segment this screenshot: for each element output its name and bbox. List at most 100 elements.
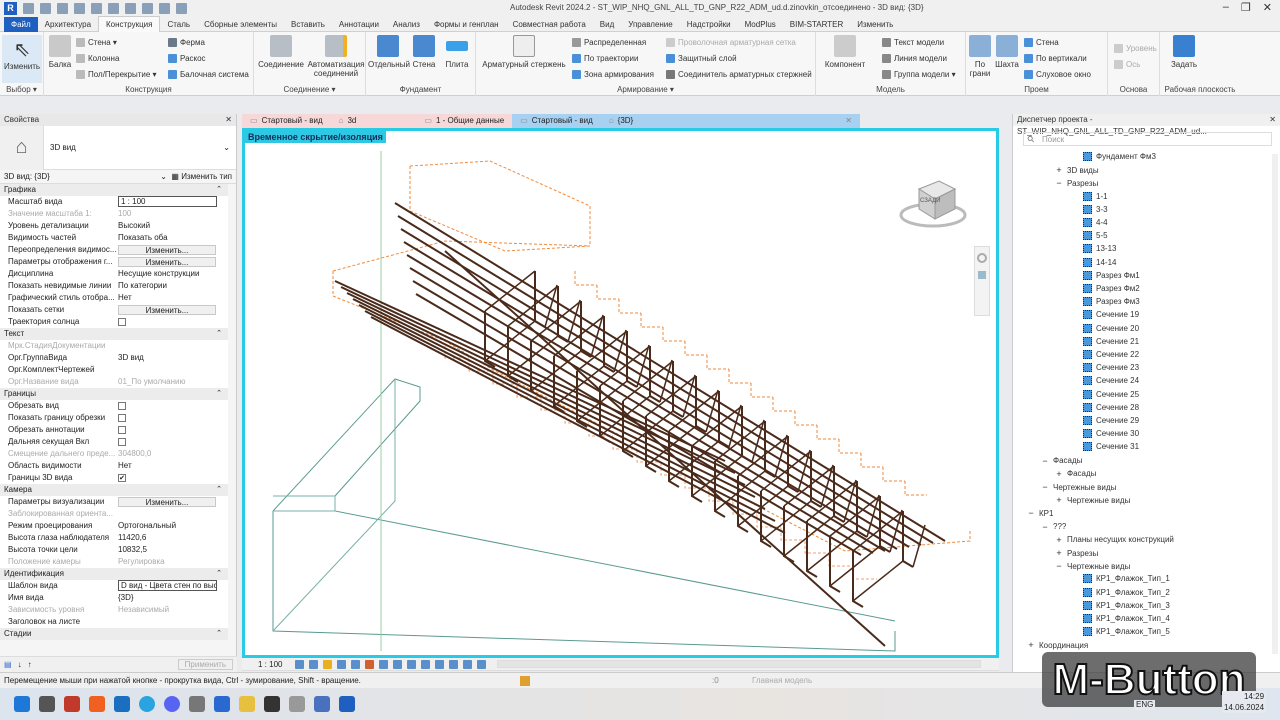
undo-icon[interactable]	[57, 3, 68, 14]
outlook-icon[interactable]	[114, 696, 130, 712]
beam-system-button[interactable]: Балочная система	[168, 70, 249, 79]
3d-viewport[interactable]: Временное скрытие/изоляция СЗАДИ	[242, 128, 999, 658]
component-button[interactable]: Компонент	[820, 35, 870, 69]
browser-item[interactable]: КР1_Флажок_Тип_4	[1083, 614, 1170, 623]
ribbon-tab[interactable]: Совместная работа	[506, 17, 593, 32]
wall-opening-button[interactable]: Стена	[1024, 38, 1059, 47]
column-button[interactable]: Колонна	[76, 54, 119, 63]
lock-3d-icon[interactable]	[393, 659, 403, 669]
path-rebar-button[interactable]: По траектории	[572, 54, 638, 63]
render-icon[interactable]	[351, 659, 361, 669]
property-value[interactable]	[117, 508, 228, 520]
reveal-hidden-icon[interactable]	[421, 659, 431, 669]
property-input[interactable]: 1 : 100	[118, 196, 217, 207]
truss-button[interactable]: Ферма	[168, 38, 205, 47]
app-icon[interactable]	[264, 696, 280, 712]
browser-item[interactable]: Сечение 21	[1083, 336, 1139, 346]
expand-icon[interactable]: +	[1027, 640, 1035, 650]
browser-item[interactable]: Разрез Фм2	[1083, 284, 1140, 293]
browser-item[interactable]: 14-14	[1083, 257, 1116, 267]
show-analytical-icon[interactable]	[449, 659, 459, 669]
fabric-area-button[interactable]: Зона армирования	[572, 70, 654, 79]
categorize-icon[interactable]: ▤	[4, 660, 12, 669]
browser-item[interactable]: −???	[1041, 522, 1066, 532]
expand-icon[interactable]: +	[1055, 535, 1063, 545]
view-tab[interactable]: ⌂ {3D}	[600, 114, 642, 128]
close-hidden-windows-icon[interactable]	[176, 3, 187, 14]
view-scale[interactable]: 1 : 100	[258, 660, 282, 669]
model-line-button[interactable]: Линия модели	[882, 54, 947, 63]
dormer-button[interactable]: Слуховое окно	[1024, 70, 1091, 79]
ribbon-tab[interactable]: Вставить	[284, 17, 332, 32]
browser-item[interactable]: КР1_Флажок_Тип_2	[1083, 587, 1170, 597]
apply-button[interactable]: Применить	[177, 659, 233, 670]
browser-item[interactable]: Сечение 22	[1083, 350, 1139, 359]
ribbon-tab[interactable]: Формы и генплан	[427, 17, 506, 32]
browser-item[interactable]: 4-4	[1083, 218, 1108, 227]
temporary-view-properties-icon[interactable]	[435, 659, 445, 669]
browser-item[interactable]: + Фасады	[1055, 469, 1096, 479]
edit-button[interactable]: Изменить...	[118, 257, 216, 267]
browser-item[interactable]: Сечение 20	[1083, 323, 1139, 333]
view-tab[interactable]: ▭ Стартовый - вид	[512, 114, 601, 128]
property-value[interactable]: Ортогональный	[117, 520, 228, 532]
edit-button[interactable]: Изменить...	[118, 305, 216, 315]
sort-asc-icon[interactable]: ↓	[18, 660, 22, 669]
document-icon[interactable]	[289, 696, 305, 712]
close-tab-icon[interactable]: ✕	[641, 114, 860, 128]
show-crop-icon[interactable]	[379, 659, 389, 669]
browser-item[interactable]: Фундамент Фм3	[1083, 152, 1156, 161]
type-selector[interactable]: ⌂ 3D вид ⌄	[0, 125, 236, 170]
slab-foundation-button[interactable]: Плита	[442, 35, 472, 69]
save-app-icon[interactable]	[64, 696, 80, 712]
ribbon-tab[interactable]: Сборные элементы	[197, 17, 284, 32]
auto-connection-button[interactable]: Автоматизация соединений	[306, 35, 366, 78]
property-value[interactable]: Высокий	[117, 220, 228, 232]
expand-icon[interactable]: +	[1055, 469, 1063, 479]
modify-button[interactable]: ⇖ Изменить	[2, 35, 42, 83]
property-category[interactable]: Идентификация	[0, 568, 228, 580]
browser-item[interactable]: Сечение 19	[1083, 310, 1139, 320]
expand-icon[interactable]: +	[1055, 495, 1063, 505]
expand-icon[interactable]: +	[1055, 548, 1063, 558]
ribbon-tab[interactable]: Аннотации	[332, 17, 386, 32]
checkbox[interactable]	[118, 402, 126, 410]
highlight-displacement-icon[interactable]	[463, 659, 473, 669]
restore-button[interactable]: ❐	[1241, 1, 1251, 14]
crop-view-icon[interactable]	[365, 659, 375, 669]
reveal-constraints-icon[interactable]	[477, 659, 487, 669]
brace-button[interactable]: Раскос	[168, 54, 206, 63]
browser-item[interactable]: 13-13	[1083, 244, 1116, 254]
model-group-button[interactable]: Группа модели ▾	[882, 70, 956, 79]
collapse-icon[interactable]: −	[1027, 508, 1035, 518]
open-icon[interactable]	[23, 3, 34, 14]
checkbox[interactable]	[118, 318, 126, 326]
beam-button[interactable]: Балка	[47, 35, 73, 69]
sort-desc-icon[interactable]: ↑	[28, 660, 32, 669]
by-face-button[interactable]: По грани	[968, 35, 992, 78]
ribbon-tab[interactable]: Файл	[4, 16, 38, 32]
property-category[interactable]: Текст	[0, 328, 228, 340]
property-value[interactable]: 11420,6	[117, 532, 228, 544]
property-value[interactable]: Независимый	[117, 604, 228, 616]
collapse-icon[interactable]: −	[1055, 178, 1063, 188]
instance-selector[interactable]: 3D вид: {3D}	[4, 172, 50, 181]
brave-icon[interactable]	[89, 696, 105, 712]
browser-item[interactable]: КР1_Флажок_Тип_3	[1083, 600, 1170, 610]
ribbon-tab[interactable]: BIM-STARTER	[783, 17, 850, 32]
browser-item[interactable]: КР1_Флажок_Тип_1	[1083, 574, 1170, 584]
property-value[interactable]: 100	[117, 208, 228, 220]
print-icon[interactable]	[91, 3, 102, 14]
minimize-button[interactable]: –	[1223, 1, 1229, 14]
ribbon-tab[interactable]: Вид	[593, 17, 621, 32]
browser-item[interactable]: + Чертежные виды	[1055, 495, 1130, 505]
ribbon-tab[interactable]: ModPlus	[738, 17, 783, 32]
browser-item[interactable]: Сечение 23	[1083, 363, 1139, 373]
vertical-scrollbar[interactable]	[1272, 154, 1278, 654]
detail-level-icon[interactable]	[295, 659, 305, 669]
group-label[interactable]: Выбор ▾	[0, 85, 43, 94]
property-value[interactable]	[117, 340, 228, 352]
wall-foundation-button[interactable]: Стена	[410, 35, 438, 69]
property-value[interactable]: Показать оба	[117, 232, 228, 244]
browser-search-input[interactable]: Поиск	[1023, 132, 1272, 146]
